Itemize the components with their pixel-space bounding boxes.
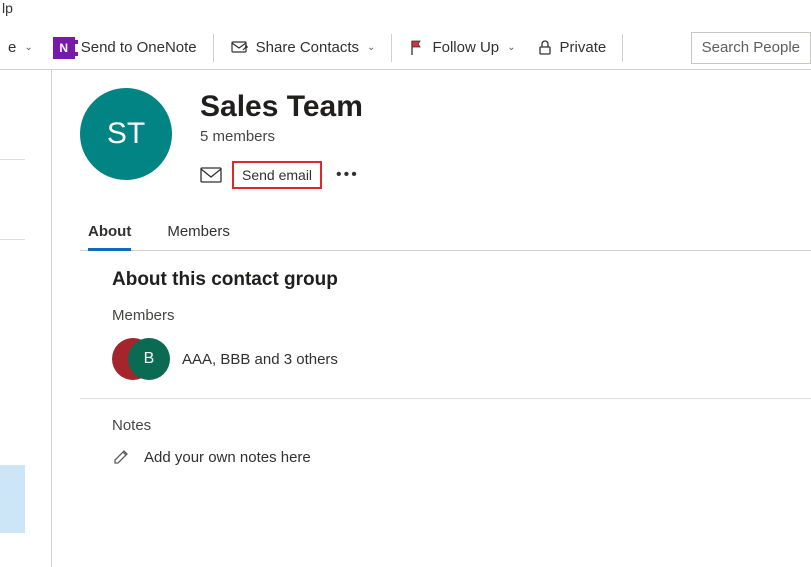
ribbon-divider <box>213 34 214 62</box>
group-tabs: About Members <box>80 217 811 251</box>
tab-about[interactable]: About <box>88 217 131 250</box>
about-members-label: Members <box>112 307 783 324</box>
chevron-down-icon: ⌄ <box>507 42 515 53</box>
share-contacts-icon <box>230 38 250 58</box>
member-avatar: B <box>128 338 170 380</box>
group-title: Sales Team <box>200 90 363 124</box>
group-header: ST Sales Team 5 members Send email ••• <box>80 88 811 189</box>
send-email-button[interactable]: Send email <box>232 161 322 189</box>
contact-group-detail: ST Sales Team 5 members Send email ••• A… <box>52 88 811 484</box>
member-avatar-stack: B <box>112 338 168 380</box>
notes-input[interactable]: Add your own notes here <box>112 448 783 466</box>
ribbon-dropdown-fragment[interactable]: e ⌄ <box>0 30 41 66</box>
members-summary-text: AAA, BBB and 3 others <box>182 351 338 368</box>
private-button[interactable]: Private <box>528 30 615 66</box>
notes-panel: Notes Add your own notes here <box>80 399 811 484</box>
flag-icon <box>408 39 426 57</box>
lock-icon <box>536 39 554 57</box>
search-people-input[interactable]: Search People <box>691 32 811 64</box>
group-member-count: 5 members <box>200 128 363 145</box>
rail-item-selected[interactable] <box>0 465 25 533</box>
ribbon-divider <box>391 34 392 62</box>
mail-icon <box>200 166 222 184</box>
chevron-down-icon: ⌄ <box>367 42 375 53</box>
left-rail <box>0 70 52 567</box>
pencil-icon <box>112 448 130 466</box>
send-to-onenote-button[interactable]: N Send to OneNote <box>45 30 205 66</box>
rail-item[interactable] <box>0 100 25 160</box>
tab-members[interactable]: Members <box>167 217 230 250</box>
group-avatar: ST <box>80 88 172 180</box>
ribbon-toolbar: e ⌄ N Send to OneNote Share Contacts ⌄ F… <box>0 26 811 70</box>
more-actions-button[interactable]: ••• <box>332 162 363 188</box>
rail-item[interactable] <box>0 240 25 300</box>
onenote-icon: N <box>53 37 75 59</box>
share-contacts-button[interactable]: Share Contacts ⌄ <box>222 30 384 66</box>
members-summary[interactable]: B AAA, BBB and 3 others <box>112 338 783 380</box>
notes-label: Notes <box>112 417 783 434</box>
notes-placeholder: Add your own notes here <box>144 449 311 466</box>
follow-up-button[interactable]: Follow Up ⌄ <box>400 30 523 66</box>
chevron-down-icon: ⌄ <box>24 42 32 53</box>
menu-fragment: lp <box>0 0 13 16</box>
about-panel: About this contact group Members B AAA, … <box>80 251 811 399</box>
ribbon-divider <box>622 34 623 62</box>
about-panel-title: About this contact group <box>112 269 783 291</box>
rail-item[interactable] <box>0 180 25 240</box>
